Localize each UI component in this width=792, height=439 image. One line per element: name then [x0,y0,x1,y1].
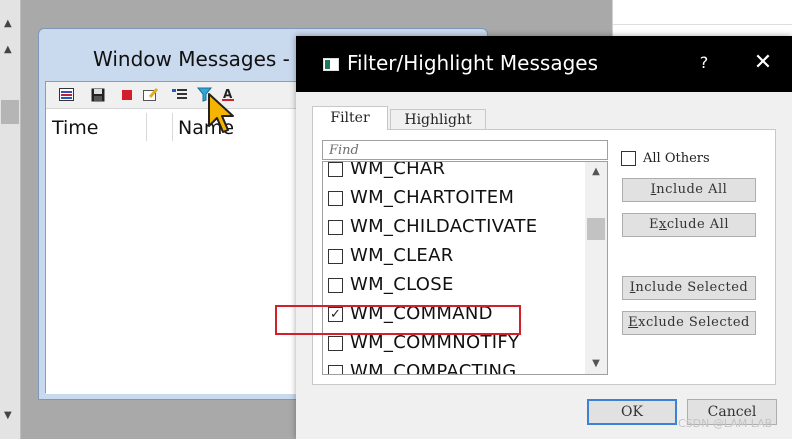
list-item[interactable]: WM_COMPACTING [323,358,585,375]
scroll-up-arrow-icon[interactable]: ▲ [4,44,12,55]
exclude-selected-button[interactable]: Exclude Selected [622,311,756,335]
include-all-button[interactable]: Include All [622,178,756,202]
annotation-highlight-box [275,305,521,335]
watermark: CSDN @LAM LAB [678,417,773,430]
list-item[interactable]: WM_CHARTOITEM [323,184,585,213]
filter-highlight-dialog: Filter/Highlight Messages ? ✕ Filter Hig… [296,36,792,439]
scroll-thumb[interactable] [587,218,605,240]
list-item[interactable]: WM_CHILDACTIVATE [323,213,585,242]
dialog-titlebar[interactable]: Filter/Highlight Messages ? ✕ [296,36,792,92]
ok-button[interactable]: OK [587,399,677,425]
message-label: WM_CHARTOITEM [350,187,515,208]
list-item[interactable]: WM_CHAR [323,161,585,184]
message-checkbox[interactable] [328,278,343,293]
include-selected-button[interactable]: Include Selected [622,276,756,300]
mouse-pointer-icon [208,93,234,133]
dialog-title: Filter/Highlight Messages [347,51,598,75]
message-checkbox[interactable] [328,162,343,177]
log-window-icon[interactable] [58,86,75,103]
scroll-thumb[interactable] [1,100,19,124]
chevron-up-icon[interactable]: ▲ [585,162,607,182]
message-label: WM_CHAR [350,161,446,179]
window-title: Window Messages - I [93,47,303,71]
message-label: WM_CLEAR [350,245,454,266]
help-button[interactable]: ? [693,53,715,72]
column-separator[interactable] [172,113,173,141]
tab-filter[interactable]: Filter [312,106,388,130]
message-filter-list[interactable]: WM_CHAR WM_CHARTOITEM WM_CHILDACTIVATE W… [322,161,608,375]
tab-highlight[interactable]: Highlight [390,109,486,130]
message-label: WM_COMPACTING [350,361,517,375]
save-icon[interactable] [89,86,106,103]
scroll-up-arrow-icon[interactable]: ▲ [4,18,12,29]
find-input[interactable] [322,140,608,160]
scroll-down-arrow-icon[interactable]: ▼ [4,410,12,421]
exclude-all-button[interactable]: Exclude All [622,213,756,237]
checkbox[interactable] [621,151,636,166]
message-label: WM_CLOSE [350,274,454,295]
list-options-icon[interactable] [171,86,188,103]
message-checkbox[interactable] [328,220,343,235]
message-checkbox[interactable] [328,191,343,206]
column-header-time[interactable]: Time [52,117,99,139]
left-scrollbar[interactable]: ▲ ▲ ▼ [0,0,21,439]
message-checkbox[interactable] [328,336,343,351]
list-item[interactable]: WM_CLOSE [323,271,585,300]
clear-icon[interactable] [142,86,159,103]
stop-icon[interactable] [118,86,135,103]
chevron-down-icon[interactable]: ▼ [585,354,607,374]
message-label: WM_CHILDACTIVATE [350,216,538,237]
message-checkbox[interactable] [328,249,343,264]
message-checkbox[interactable] [328,365,343,374]
app-icon [323,58,339,71]
list-item[interactable]: WM_CLEAR [323,242,585,271]
message-label: WM_COMMNOTIFY [350,332,520,353]
all-others-label: All Others [643,151,710,166]
close-icon[interactable]: ✕ [751,51,775,75]
list-scrollbar[interactable]: ▲ ▼ [585,162,607,374]
column-separator[interactable] [146,113,147,141]
